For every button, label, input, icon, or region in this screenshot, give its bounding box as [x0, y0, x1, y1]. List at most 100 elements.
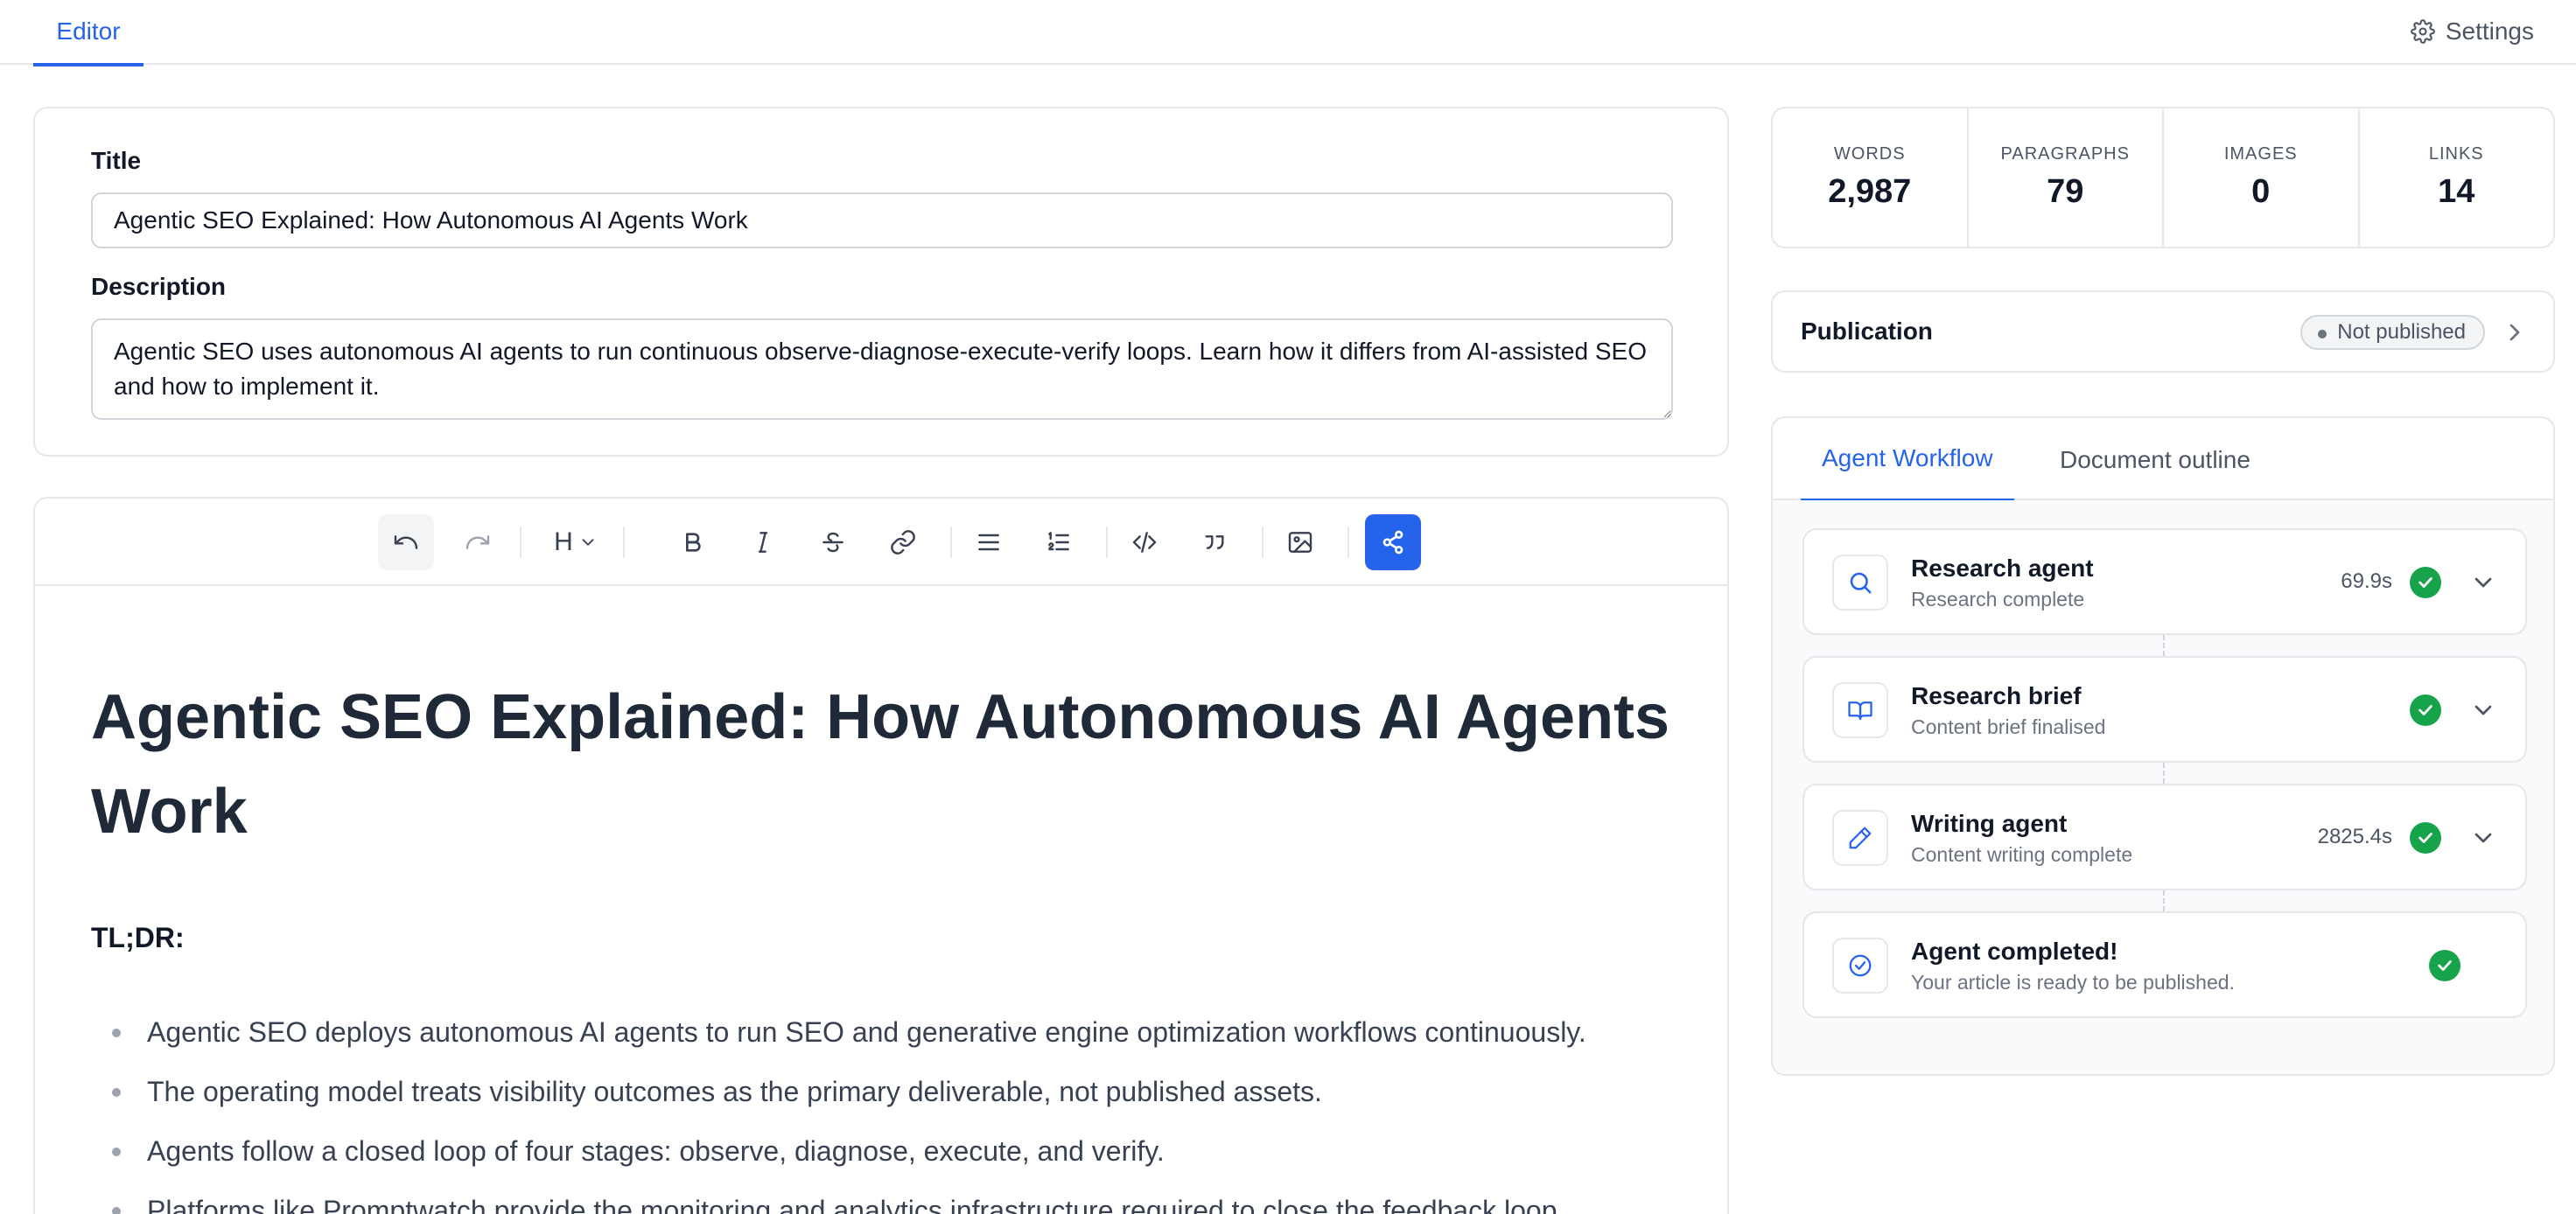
list-item[interactable]: The operating model treats visibility ou…: [91, 1062, 1701, 1121]
article-meta-card: Title Description Agentic SEO uses auton…: [33, 107, 1729, 457]
step-connector: [2163, 890, 2165, 911]
image-icon: [1288, 532, 1312, 553]
check-circle-icon: [1849, 954, 1872, 977]
settings-label: Settings: [2445, 17, 2534, 45]
stat-paragraphs: PARAGRAPHS 79: [1969, 108, 2164, 247]
bold-button[interactable]: [665, 514, 721, 570]
check-icon: [2429, 950, 2460, 981]
stat-label: PARAGRAPHS: [2000, 144, 2130, 164]
strikethrough-icon: [822, 532, 844, 553]
chevron-down-icon[interactable]: [2469, 569, 2497, 597]
quote-button[interactable]: [1186, 514, 1242, 570]
bullet-list-icon: [978, 534, 999, 551]
tab-editor[interactable]: Editor: [33, 0, 144, 66]
code-button[interactable]: [1116, 514, 1172, 570]
toolbar-separator: [623, 527, 625, 558]
title-input[interactable]: [91, 192, 1673, 248]
gear-icon: [2410, 19, 2435, 44]
tab-document-outline[interactable]: Document outline: [2060, 418, 2250, 502]
step-duration: 69.9s: [2341, 569, 2392, 593]
stat-value: 79: [2047, 173, 2084, 210]
tab-agent-workflow[interactable]: Agent Workflow: [1801, 418, 2014, 502]
stat-value: 2,987: [1828, 173, 1912, 210]
top-bar: Editor Settings: [0, 0, 2576, 66]
settings-button[interactable]: Settings: [2410, 0, 2534, 63]
workflow-tabs: Agent Workflow Document outline: [1773, 418, 2553, 502]
stat-label: WORDS: [1833, 144, 1906, 164]
workflow-card: Agent Workflow Document outline Research…: [1771, 416, 2555, 1076]
step-subtitle: Research complete: [1911, 588, 2085, 610]
step-icon-box: [1832, 810, 1888, 866]
toolbar-separator: [950, 527, 952, 558]
undo-icon: [394, 535, 418, 549]
chevron-down-icon: [582, 539, 594, 546]
step-connector: [2163, 635, 2165, 656]
book-open-icon: [1848, 701, 1872, 721]
step-duration: 2825.4s: [2317, 825, 2392, 848]
publication-card[interactable]: Publication Not published: [1771, 290, 2555, 373]
check-icon: [2410, 694, 2441, 726]
stats-card: WORDS 2,987 PARAGRAPHS 79 IMAGES 0 LINKS…: [1771, 107, 2555, 248]
description-input[interactable]: Agentic SEO uses autonomous AI agents to…: [91, 318, 1673, 420]
editor-card: H Agentic SEO Explained: How Autonomous …: [33, 497, 1729, 1214]
strikethrough-button[interactable]: [805, 514, 861, 570]
redo-button[interactable]: [450, 514, 506, 570]
description-label: Description: [91, 273, 227, 300]
redo-icon: [466, 535, 490, 549]
workflow-steps: Research agent Research complete 69.9s R…: [1773, 500, 2553, 1074]
list-item[interactable]: Platforms like Promptwatch provide the m…: [91, 1181, 1701, 1214]
step-subtitle: Content brief finalised: [1911, 715, 2106, 738]
list-item[interactable]: Agents follow a closed loop of four stag…: [91, 1121, 1701, 1181]
step-icon-box: [1832, 938, 1888, 994]
toolbar-separator: [520, 527, 522, 558]
workflow-step-agent-completed[interactable]: Agent completed! Your article is ready t…: [1802, 911, 2527, 1018]
share-button[interactable]: [1365, 514, 1421, 570]
document-tldr[interactable]: TL;DR:: [91, 922, 185, 954]
step-title: Writing agent: [1911, 810, 2068, 837]
editor-toolbar: H: [35, 499, 1727, 586]
stat-label: LINKS: [2428, 144, 2484, 164]
chevron-down-icon[interactable]: [2469, 696, 2497, 724]
step-subtitle: Content writing complete: [1911, 843, 2133, 866]
title-label: Title: [91, 147, 142, 174]
stat-images: IMAGES 0: [2164, 108, 2360, 247]
share-icon: [1382, 530, 1404, 555]
stat-value: 14: [2438, 173, 2475, 210]
image-button[interactable]: [1272, 514, 1328, 570]
ordered-list-button[interactable]: [1031, 514, 1087, 570]
step-title: Research brief: [1911, 682, 2082, 709]
heading-dropdown[interactable]: H: [541, 514, 611, 570]
link-button[interactable]: [875, 514, 931, 570]
toolbar-separator: [1106, 527, 1108, 558]
step-icon-box: [1832, 555, 1888, 610]
bullet-list-button[interactable]: [961, 514, 1017, 570]
italic-icon: [758, 532, 768, 553]
document-heading[interactable]: Agentic SEO Explained: How Autonomous AI…: [91, 670, 1684, 859]
italic-button[interactable]: [735, 514, 791, 570]
list-item[interactable]: Agentic SEO deploys autonomous AI agents…: [91, 1002, 1701, 1062]
step-title: Research agent: [1911, 555, 2094, 582]
heading-icon: H: [554, 527, 573, 556]
undo-button[interactable]: [378, 514, 434, 570]
workflow-step-writing-agent[interactable]: Writing agent Content writing complete 2…: [1802, 784, 2527, 890]
publication-title: Publication: [1801, 317, 1933, 345]
bold-icon: [686, 533, 701, 552]
step-icon-box: [1832, 682, 1888, 738]
chevron-right-icon[interactable]: [2501, 318, 2529, 346]
stat-label: IMAGES: [2223, 144, 2298, 164]
stat-words: WORDS 2,987: [1773, 108, 1969, 247]
code-icon: [1132, 532, 1157, 553]
step-connector: [2163, 763, 2165, 784]
workflow-step-research-agent[interactable]: Research agent Research complete 69.9s: [1802, 528, 2527, 635]
pencil-icon: [1849, 827, 1872, 849]
workflow-step-research-brief[interactable]: Research brief Content brief finalised: [1802, 656, 2527, 763]
stat-links: LINKS 14: [2360, 108, 2554, 247]
search-icon: [1850, 572, 1872, 594]
ordered-list-icon: [1048, 532, 1069, 551]
step-title: Agent completed!: [1911, 938, 2118, 965]
toolbar-separator: [1348, 527, 1349, 558]
chevron-down-icon[interactable]: [2469, 824, 2497, 852]
step-subtitle: Your article is ready to be published.: [1911, 971, 2235, 994]
quote-icon: [1205, 535, 1224, 549]
stat-value: 0: [2251, 173, 2271, 210]
